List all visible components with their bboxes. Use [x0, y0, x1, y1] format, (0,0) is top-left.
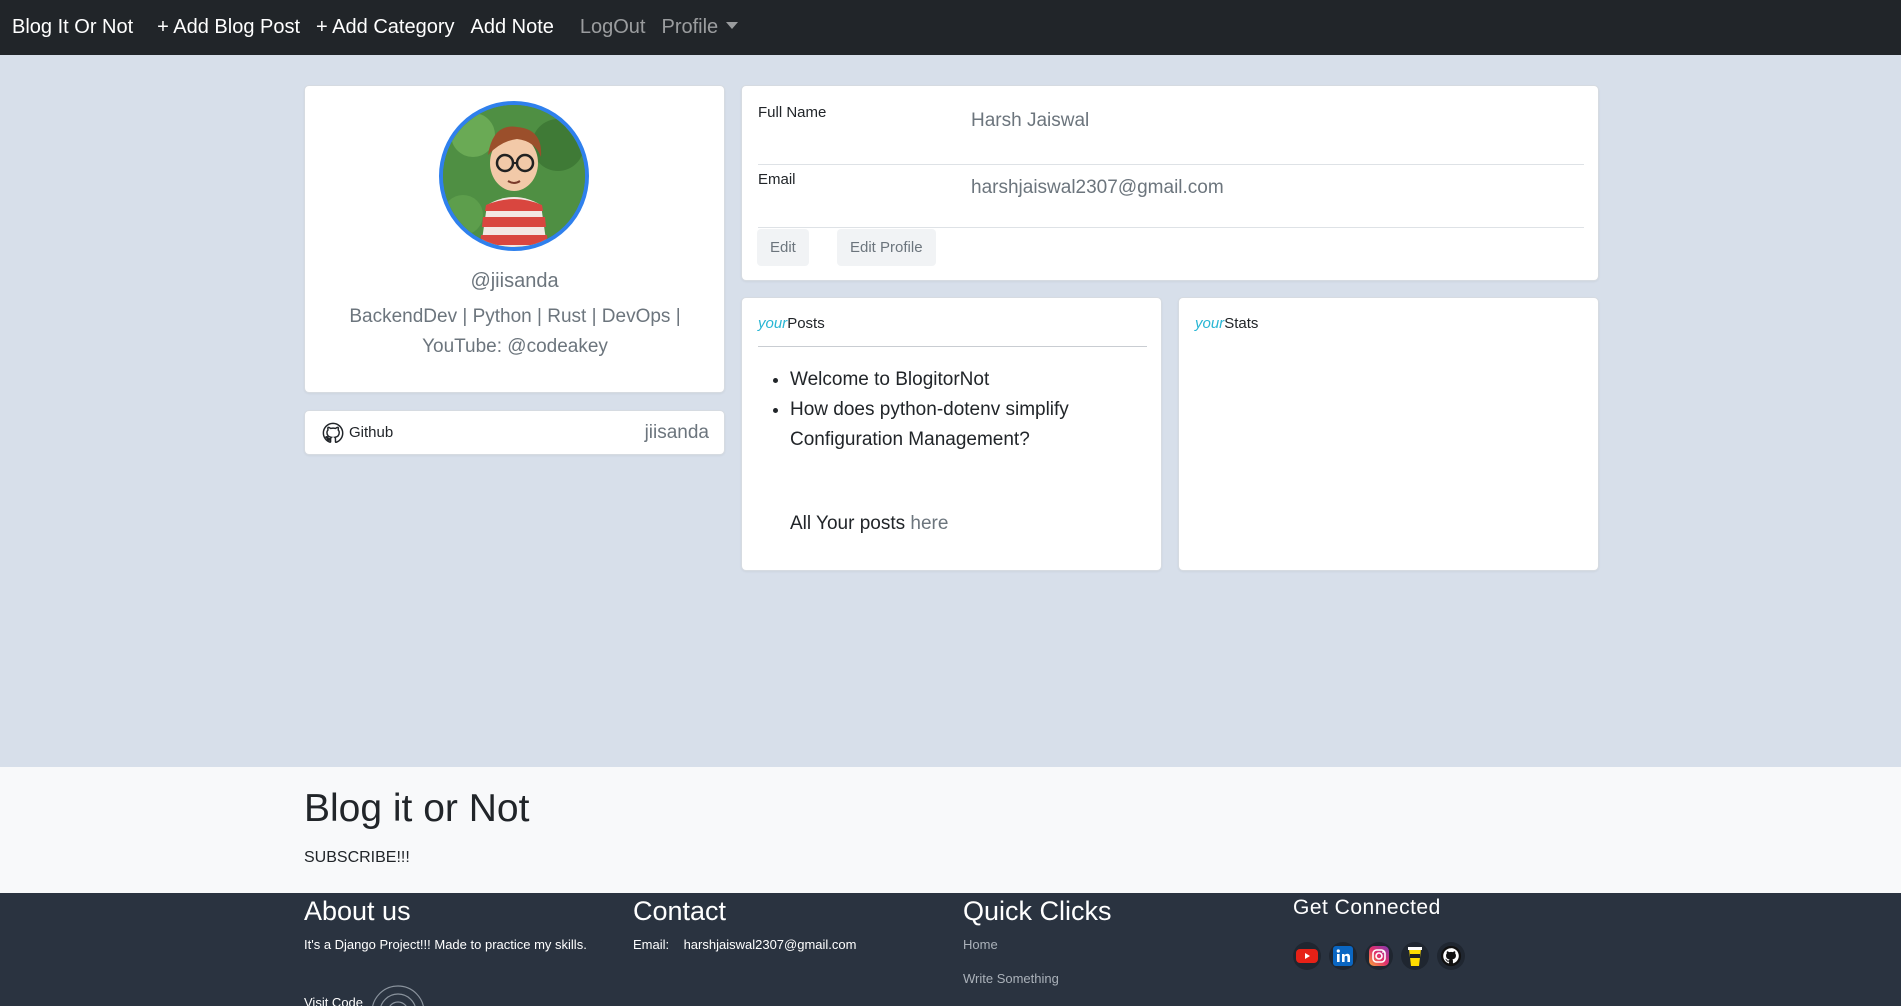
post-list: Welcome to BlogitorNot How does python-d…	[790, 365, 1130, 455]
brand-link[interactable]: Blog It Or Not	[12, 16, 133, 39]
contact-email[interactable]: harshjaiswal2307@gmail.com	[684, 937, 857, 952]
contact-email-label: Email:	[633, 937, 670, 952]
stats-card-header: yourStats	[1195, 315, 1584, 347]
edit-profile-button[interactable]: Edit Profile	[837, 229, 936, 266]
all-posts-text: All Your posts	[790, 513, 906, 534]
subscribe-text: SUBSCRIBE!!!	[304, 849, 410, 866]
instagram-icon[interactable]	[1365, 942, 1393, 970]
posts-prefix: your	[758, 315, 788, 332]
profile-card: @jiisanda BackendDev | Python | Rust | D…	[304, 85, 725, 393]
add-category-link[interactable]: + Add Category	[316, 16, 454, 39]
footer-about-column: About us It's a Django Project!!! Made t…	[304, 893, 604, 1006]
full-name-row: Full Name Harsh Jaiswal	[758, 102, 1584, 165]
visit-code-link[interactable]: Visit Code	[304, 985, 424, 1006]
full-name-label: Full Name	[758, 104, 827, 121]
stats-prefix: your	[1195, 315, 1225, 332]
email-value: harshjaiswal2307@gmail.com	[971, 177, 1224, 198]
stats-title: Stats	[1224, 315, 1259, 332]
add-blog-post-link[interactable]: + Add Blog Post	[157, 16, 300, 39]
youtube-icon[interactable]	[1293, 942, 1321, 970]
footer-contact-column: Contact Email: harshjaiswal2307@gmail.co…	[633, 893, 856, 952]
profile-dropdown[interactable]: Profile	[661, 16, 739, 39]
footer-link-write-something[interactable]: Write Something	[963, 971, 1112, 986]
visit-code-label: Visit Code	[304, 995, 364, 1006]
github-social-icon[interactable]	[1437, 942, 1465, 970]
all-posts-link[interactable]: here	[910, 513, 948, 534]
github-label: Github	[349, 424, 394, 441]
footer-dark-section: About us It's a Django Project!!! Made t…	[0, 893, 1901, 1006]
code-spiral-icon	[372, 985, 424, 1006]
posts-card: yourPosts Welcome to BlogitorNot How doe…	[741, 297, 1162, 571]
all-posts-line: All Your posts here	[790, 513, 948, 535]
buymeacoffee-icon[interactable]	[1401, 942, 1429, 970]
github-icon	[322, 422, 344, 443]
footer-link-home[interactable]: Home	[963, 937, 1112, 952]
email-label: Email	[758, 171, 796, 188]
contact-email-line: Email: harshjaiswal2307@gmail.com	[633, 937, 856, 952]
footer-subscribe-section: Blog it or Not SUBSCRIBE!!!	[0, 767, 1901, 893]
contact-title: Contact	[633, 896, 727, 926]
logout-link[interactable]: LogOut	[580, 16, 646, 39]
quick-clicks-title: Quick Clicks	[963, 896, 1112, 926]
footer-quick-clicks-column: Quick Clicks Home Write Something	[963, 893, 1112, 986]
linkedin-icon[interactable]	[1329, 942, 1357, 970]
profile-username: @jiisanda	[470, 270, 559, 292]
list-item[interactable]: Welcome to BlogitorNot	[790, 365, 1130, 395]
github-card[interactable]: Github jiisanda	[304, 410, 725, 455]
full-name-value: Harsh Jaiswal	[971, 110, 1090, 131]
profile-bio: BackendDev | Python | Rust | DevOps | Yo…	[349, 306, 681, 357]
about-text: It's a Django Project!!! Made to practic…	[304, 937, 587, 952]
list-item[interactable]: How does python-dotenv simplify Configur…	[790, 395, 1130, 455]
footer-title: Blog it or Not	[304, 787, 530, 830]
posts-card-header: yourPosts	[758, 315, 1147, 347]
caret-down-icon	[726, 22, 739, 30]
profile-info-card: Full Name Harsh Jaiswal Email harshjaisw…	[741, 85, 1599, 281]
about-title: About us	[304, 896, 411, 926]
posts-title: Posts	[787, 315, 825, 332]
top-navbar: Blog It Or Not + Add Blog Post + Add Cat…	[0, 0, 1901, 55]
social-links	[1293, 942, 1465, 970]
footer-connect-column: Get Connected	[1293, 893, 1465, 970]
profile-dropdown-label: Profile	[661, 16, 719, 38]
get-connected-title: Get Connected	[1293, 896, 1441, 919]
github-username: jiisanda	[644, 421, 709, 443]
edit-button[interactable]: Edit	[757, 229, 809, 266]
email-row: Email harshjaiswal2307@gmail.com	[758, 165, 1584, 228]
avatar	[439, 101, 589, 251]
stats-card: yourStats	[1178, 297, 1599, 571]
add-note-link[interactable]: Add Note	[470, 16, 553, 39]
avatar-image	[443, 105, 585, 247]
